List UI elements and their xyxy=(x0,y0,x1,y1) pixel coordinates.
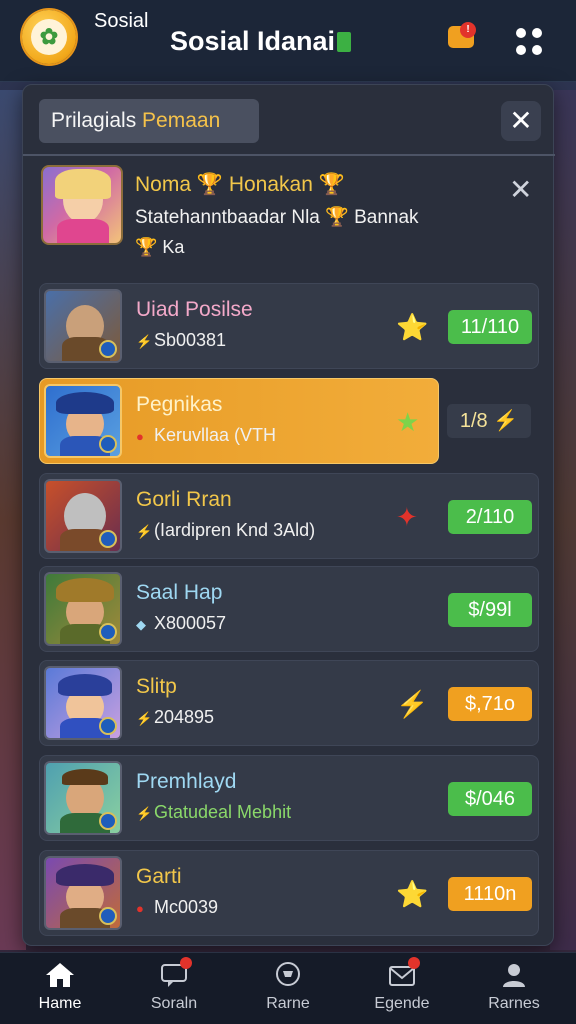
list-item[interactable]: Premhlayd ⚡ Gtatudeal Mebhit $/046 xyxy=(39,755,539,841)
player-meta-value: 204895 xyxy=(154,707,215,727)
bolt-icon: ⚡ xyxy=(136,524,153,539)
chat-icon xyxy=(158,957,192,989)
app-title: Sosial Idanai xyxy=(170,26,352,57)
score-badge[interactable]: 1/8 ⚡ xyxy=(447,404,531,438)
player-meta-value: (Iardipren Knd 3Ald) xyxy=(154,520,316,540)
diamond-icon: ◆ xyxy=(136,617,146,632)
bolt-icon: ⚡ xyxy=(136,806,153,821)
score-badge[interactable]: $/99l xyxy=(448,593,532,627)
player-meta-value: X800057 xyxy=(154,613,227,633)
nav-home[interactable]: Hame xyxy=(10,961,110,1013)
score-badge[interactable]: $,71o xyxy=(448,687,532,721)
list-item[interactable]: Gorli Rran ⚡ (Iardipren Knd 3Ald) ✦ 2/110 xyxy=(39,473,539,559)
list-item[interactable]: Uiad Posilse ⚡ Sb00381 ⭐ 11/110 xyxy=(39,283,539,369)
gem-icon: ● xyxy=(136,901,144,916)
featured-avatar xyxy=(41,165,123,245)
mail-icon xyxy=(386,957,420,989)
list-item[interactable]: Garti ● Mc0039 ⭐ 1110n xyxy=(39,850,539,936)
score-badge[interactable]: 11/110 xyxy=(448,310,532,344)
leaderboard-panel: Prilagials Pemaan ✕ Noma 🏆 Honakan 🏆 Sta… xyxy=(22,84,555,946)
panel-tab[interactable]: Prilagials Pemaan xyxy=(39,99,259,143)
featured-title: Noma 🏆 Honakan 🏆 xyxy=(135,173,345,196)
star-icon: ⭐ xyxy=(396,312,429,342)
player-name: Premhlayd xyxy=(136,770,237,793)
nav-social[interactable]: Soraln xyxy=(124,957,224,1013)
top-bar: ✿ Sosial Sosial Idanai ! xyxy=(0,0,576,82)
player-meta: ⚡ 204895 xyxy=(136,707,214,728)
player-avatar xyxy=(44,666,122,740)
menu-grid-icon[interactable] xyxy=(516,28,544,56)
player-avatar xyxy=(44,289,122,363)
gem-icon: ● xyxy=(136,429,144,444)
bolt-icon: ⚡ xyxy=(136,711,153,726)
nav-label: Rarnes xyxy=(488,995,540,1012)
panel-close-button[interactable]: ✕ xyxy=(501,101,541,141)
player-meta: ● Mc0039 xyxy=(136,897,218,918)
player-avatar xyxy=(44,479,122,553)
nav-legends[interactable]: Egende xyxy=(352,957,452,1013)
player-avatar xyxy=(44,761,122,835)
player-meta-value: Sb00381 xyxy=(154,330,227,350)
app-small-title: Sosial xyxy=(94,10,149,32)
player-avatar xyxy=(44,856,122,930)
player-name: Uiad Posilse xyxy=(136,298,253,321)
bolt-icon: ⚡ xyxy=(136,334,153,349)
player-meta: ⚡ (Iardipren Knd 3Ald) xyxy=(136,520,315,541)
player-name: Slitp xyxy=(136,675,177,698)
battery-icon xyxy=(337,32,352,52)
dismiss-icon[interactable]: ✕ xyxy=(509,173,532,206)
app-logo[interactable]: ✿ xyxy=(22,10,76,64)
player-meta-value: Mc0039 xyxy=(154,897,219,917)
home-icon xyxy=(44,961,76,989)
player-meta: ● Keruvllaa (VTH xyxy=(136,425,276,446)
star-icon: ⚡ xyxy=(396,689,429,719)
player-meta: ⚡ Sb00381 xyxy=(136,330,226,351)
player-name: Gorli Rran xyxy=(136,488,232,511)
star-icon: ⭐ xyxy=(396,879,429,909)
profile-icon xyxy=(498,961,530,989)
list-item[interactable]: Slitp ⚡ 204895 ⚡ $,71o xyxy=(39,660,539,746)
notification-button[interactable]: ! xyxy=(448,22,478,52)
list-item[interactable]: Saal Hap ◆ X800057 $/99l xyxy=(39,566,539,652)
player-name: Garti xyxy=(136,865,182,888)
star-icon: ✦ xyxy=(396,502,418,532)
player-meta: ⚡ Gtatudeal Mebhit xyxy=(136,802,291,823)
nav-rank[interactable]: Rarne xyxy=(238,961,338,1013)
trophy-icon xyxy=(272,961,304,989)
divider xyxy=(23,154,555,156)
featured-subtitle: Statehanntbaadar Nla 🏆 Bannak xyxy=(135,207,419,228)
nav-label: Hame xyxy=(38,995,82,1012)
score-badge[interactable]: $/046 xyxy=(448,782,532,816)
nav-label: Egende xyxy=(374,995,430,1012)
nav-profile[interactable]: Rarnes xyxy=(464,961,564,1013)
player-meta: ◆ X800057 xyxy=(136,613,226,634)
player-avatar xyxy=(44,384,122,458)
panel-tab-label: Prilagials xyxy=(51,109,143,132)
app-title-text: Sosial Idanai xyxy=(170,26,336,56)
nav-label: Rarne xyxy=(266,995,310,1012)
featured-item[interactable]: Noma 🏆 Honakan 🏆 Statehanntbaadar Nla 🏆 … xyxy=(39,165,539,265)
player-meta-value: Gtatudeal Mebhit xyxy=(154,802,292,822)
logo-figure-icon: ✿ xyxy=(31,19,67,55)
player-name: Pegnikas xyxy=(136,393,223,416)
bottom-nav: Hame Soraln Rarne Egende Rarnes xyxy=(0,952,576,1024)
player-meta-value: Keruvllaa (VTH xyxy=(154,425,277,445)
score-badge[interactable]: 2/110 xyxy=(448,500,532,534)
score-badge[interactable]: 1110n xyxy=(448,877,532,911)
notification-badge: ! xyxy=(460,22,476,38)
list-item-highlighted[interactable]: Pegnikas ● Keruvllaa (VTH ★ xyxy=(39,378,439,464)
player-avatar xyxy=(44,572,122,646)
star-icon: ★ xyxy=(396,407,420,437)
featured-subtitle-2: 🏆 Ka xyxy=(135,237,185,257)
player-name: Saal Hap xyxy=(136,581,223,604)
panel-tab-accent-label: Pemaan xyxy=(142,109,221,132)
nav-label: Soraln xyxy=(150,995,198,1012)
